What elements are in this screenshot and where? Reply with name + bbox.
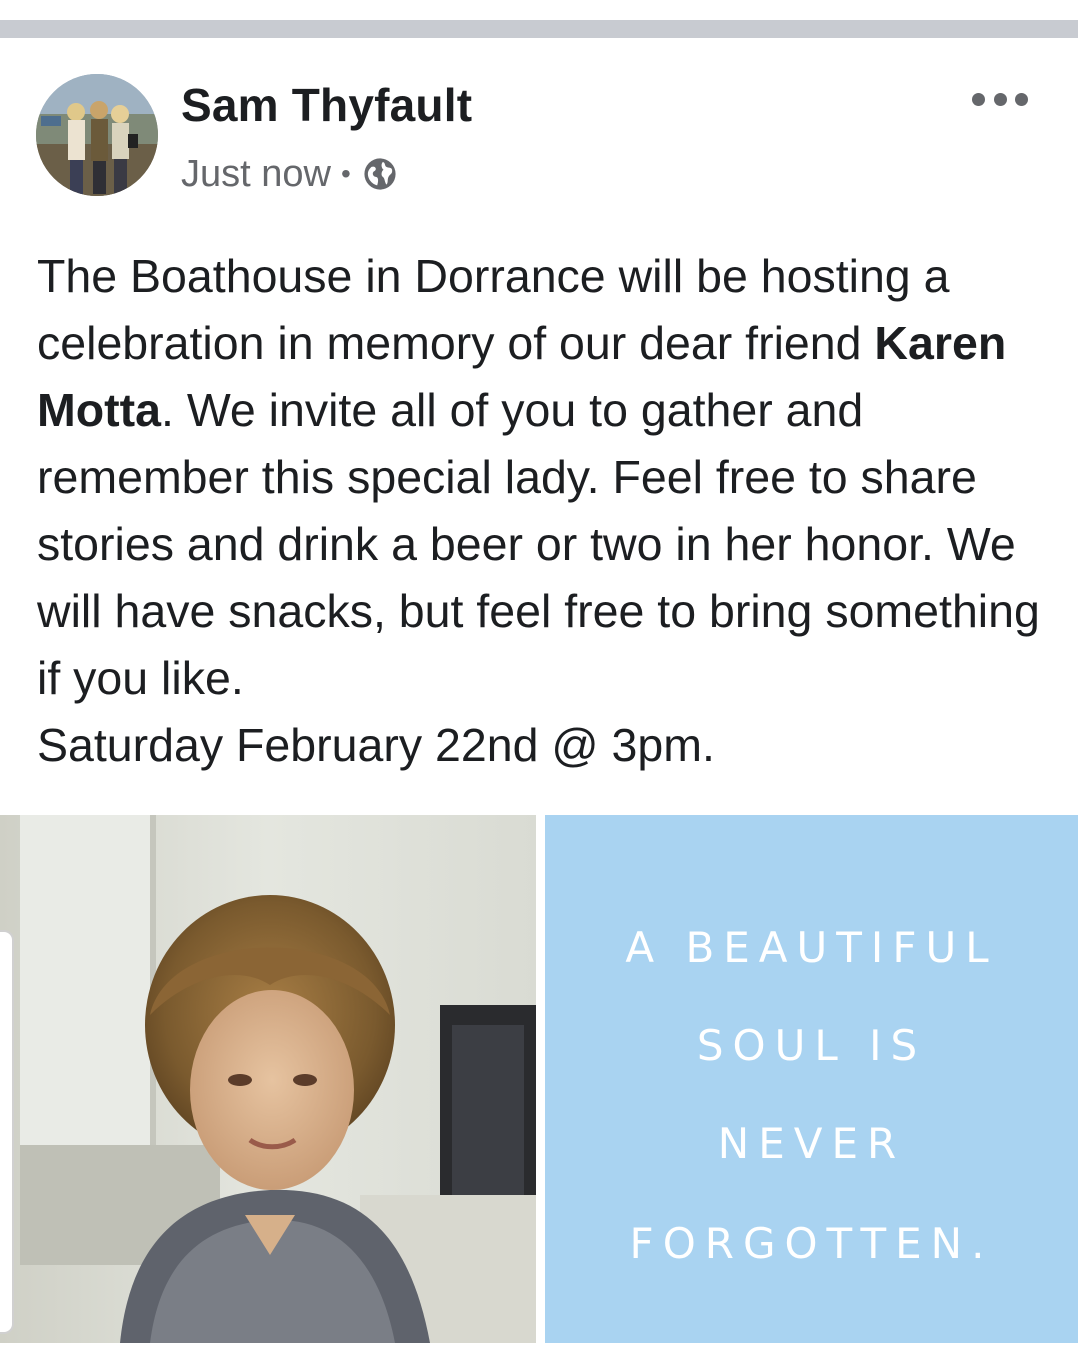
author-avatar[interactable] <box>36 74 158 196</box>
meta-separator: • <box>340 158 351 189</box>
post-meta: Just now • <box>181 152 397 196</box>
quote-line-2: SOUL IS <box>696 1021 927 1070</box>
more-dot <box>972 92 985 106</box>
globe-icon <box>364 158 396 190</box>
quote-line-1: A BEAUTIFUL <box>625 923 998 972</box>
more-dot <box>1015 92 1028 106</box>
post-text-intro: The Boathouse in Dorrance will be hostin… <box>37 250 950 369</box>
portrait-image <box>0 815 536 1343</box>
avatar-photo <box>36 74 158 196</box>
post-body: The Boathouse in Dorrance will be hostin… <box>37 243 1057 779</box>
quote-line-3: NEVER <box>717 1119 906 1168</box>
feed-divider <box>0 20 1078 38</box>
quote-line-4: FORGOTTEN. <box>629 1219 994 1268</box>
event-datetime: Saturday February 22nd @ 3pm. <box>37 719 715 771</box>
quote-image[interactable]: A BEAUTIFUL SOUL IS NEVER FORGOTTEN. <box>545 815 1078 1343</box>
more-options-icon[interactable] <box>972 88 1028 110</box>
author-name[interactable]: Sam Thyfault <box>181 78 472 132</box>
post-timestamp[interactable]: Just now <box>181 153 331 196</box>
memorial-photo[interactable] <box>0 815 536 1343</box>
edge-scroll-handle[interactable] <box>0 930 14 1334</box>
more-dot <box>993 92 1007 106</box>
post-text-rest: . We invite all of you to gather and rem… <box>37 384 1040 704</box>
